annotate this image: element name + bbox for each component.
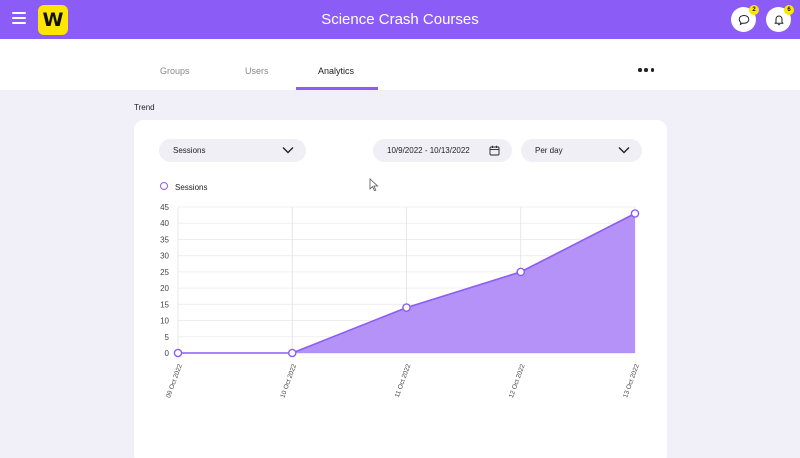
y-tick-label: 45 bbox=[160, 203, 169, 212]
y-tick-label: 40 bbox=[160, 219, 169, 228]
y-tick-label: 5 bbox=[165, 333, 170, 342]
y-tick-label: 30 bbox=[160, 252, 169, 261]
data-point bbox=[516, 267, 526, 277]
x-tick-label: 10 Oct 2022 bbox=[279, 363, 298, 399]
y-tick-label: 0 bbox=[165, 349, 170, 358]
sessions-area-chart: 0 5 10 15 20 25 30 35 40 45 09 Oct 2022 10 Oct 2022… bbox=[160, 203, 641, 399]
x-tick-label: 13 Oct 2022 bbox=[622, 363, 641, 399]
x-tick-label: 12 Oct 2022 bbox=[508, 363, 527, 399]
y-tick-label: 25 bbox=[160, 268, 169, 277]
data-point bbox=[173, 348, 183, 358]
mouse-cursor-icon bbox=[369, 178, 379, 192]
x-tick-label: 11 Oct 2022 bbox=[394, 363, 413, 399]
data-point bbox=[402, 303, 411, 312]
x-tick-label: 09 Oct 2022 bbox=[165, 363, 184, 399]
data-point bbox=[287, 348, 297, 358]
y-tick-label: 20 bbox=[160, 284, 169, 293]
y-tick-label: 35 bbox=[160, 235, 169, 244]
data-point bbox=[630, 209, 640, 218]
y-tick-label: 10 bbox=[160, 317, 169, 326]
y-tick-label: 15 bbox=[160, 300, 169, 309]
